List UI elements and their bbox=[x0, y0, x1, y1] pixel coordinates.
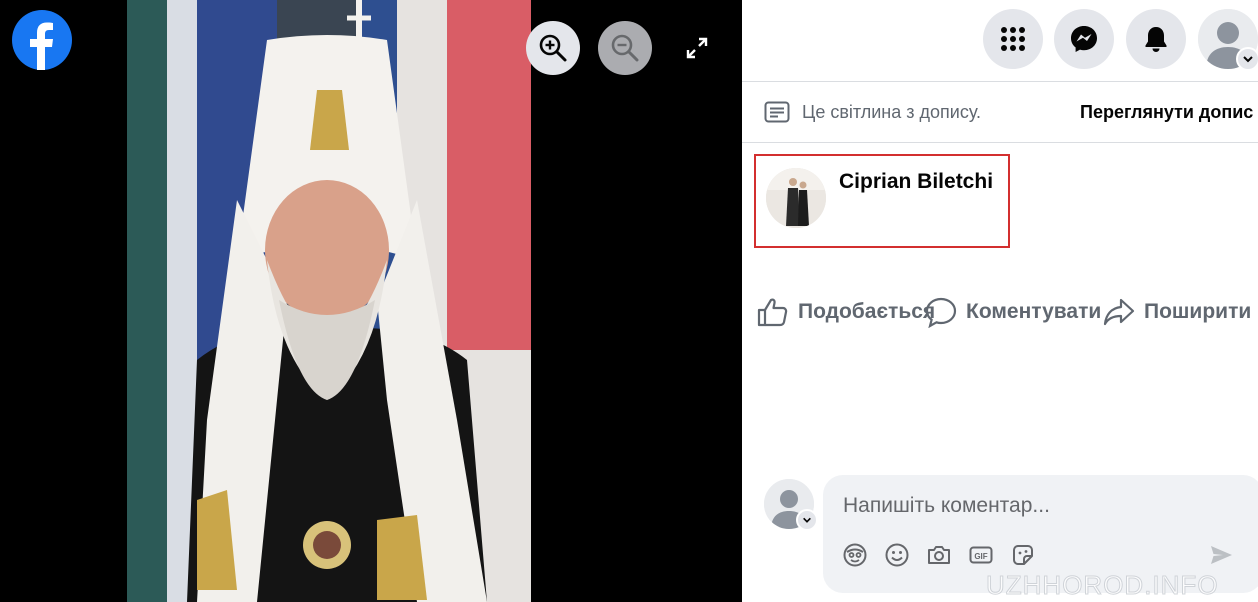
zoom-in-button[interactable] bbox=[526, 21, 580, 75]
photo-from-post-notice: Це світлина з допису. Переглянути допис bbox=[742, 82, 1258, 143]
comment-icon bbox=[925, 297, 957, 328]
fullscreen-icon bbox=[686, 37, 708, 59]
commenter-avatar[interactable] bbox=[764, 479, 818, 531]
menu-button[interactable] bbox=[983, 9, 1043, 69]
facebook-logo-icon[interactable] bbox=[12, 10, 72, 70]
comment-button[interactable]: Коментувати bbox=[924, 290, 1101, 334]
post-author-highlight: Ciprian Biletchi bbox=[754, 154, 1010, 248]
zoom-out-button[interactable] bbox=[598, 21, 652, 75]
photo[interactable] bbox=[127, 0, 531, 602]
comment-label: Коментувати bbox=[966, 300, 1102, 323]
photo-viewer bbox=[0, 0, 742, 602]
sticker-icon[interactable] bbox=[1009, 541, 1037, 569]
post-description-icon bbox=[764, 101, 790, 123]
send-icon[interactable] bbox=[1207, 541, 1235, 569]
messenger-icon bbox=[1071, 26, 1097, 52]
share-button[interactable]: Поширити bbox=[1102, 290, 1251, 334]
notice-text: Це світлина з допису. bbox=[802, 102, 982, 122]
zoom-in-icon bbox=[539, 34, 567, 62]
comment-input[interactable] bbox=[841, 489, 1225, 523]
like-label: Подобається bbox=[798, 300, 936, 323]
notifications-button[interactable] bbox=[1126, 9, 1186, 69]
thumbs-up-icon bbox=[757, 298, 788, 327]
zoom-out-icon bbox=[611, 34, 639, 62]
author-avatar-image bbox=[766, 168, 826, 228]
author-name[interactable]: Ciprian Biletchi bbox=[839, 170, 993, 194]
post-side-panel: Це світлина з допису. Переглянути допис … bbox=[742, 0, 1258, 602]
camera-icon[interactable] bbox=[925, 541, 953, 569]
top-bar bbox=[742, 0, 1258, 82]
author-avatar[interactable] bbox=[766, 168, 826, 228]
account-button[interactable] bbox=[1198, 9, 1258, 71]
photo-image bbox=[127, 0, 531, 602]
messenger-button[interactable] bbox=[1054, 9, 1114, 69]
emoji-icon[interactable] bbox=[883, 541, 911, 569]
watermark: UZHHOROD.INFO bbox=[986, 570, 1219, 601]
gif-icon[interactable]: GIF bbox=[967, 541, 995, 569]
like-button[interactable]: Подобається bbox=[756, 290, 935, 334]
view-post-link[interactable]: Переглянути допис bbox=[1080, 102, 1253, 123]
avatar-sticker-icon[interactable] bbox=[841, 541, 869, 569]
fullscreen-button[interactable] bbox=[682, 33, 712, 63]
svg-text:GIF: GIF bbox=[974, 552, 987, 561]
share-label: Поширити bbox=[1144, 300, 1252, 323]
bell-icon bbox=[1145, 27, 1167, 52]
grid-menu-icon bbox=[1001, 27, 1025, 51]
account-menu-chevron-icon[interactable] bbox=[1236, 47, 1258, 71]
commenter-chevron-icon[interactable] bbox=[796, 509, 818, 531]
share-icon bbox=[1103, 298, 1135, 326]
post-actions: Подобається Коментувати Поширити bbox=[742, 290, 1258, 334]
